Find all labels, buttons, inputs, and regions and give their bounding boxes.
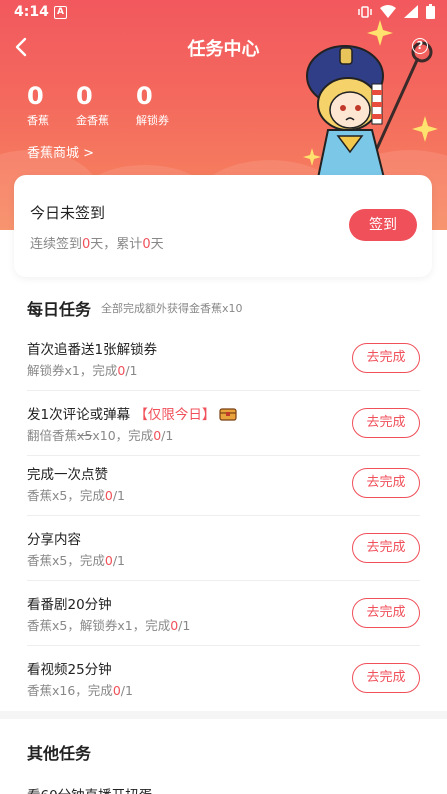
- stat-value: 0: [136, 82, 153, 110]
- battery-icon: [426, 4, 435, 19]
- task-title: 分享内容: [27, 532, 81, 548]
- daily-tasks-heading: 每日任务: [27, 300, 92, 319]
- total-days: 0: [142, 237, 151, 252]
- stat-gold-bananas[interactable]: 0 金香蕉: [76, 82, 109, 128]
- stat-value: 0: [27, 82, 44, 110]
- task-go-button[interactable]: 去完成: [352, 343, 420, 373]
- task-row: 看番剧20分钟 香蕉x5，解锁券x1，完成0/1 去完成: [27, 581, 420, 646]
- task-reward: 香蕉x5，解锁券x1，完成0/1: [27, 618, 191, 633]
- task-row: 看视频25分钟 香蕉x16，完成0/1 去完成: [27, 646, 420, 711]
- stat-label: 解锁券: [136, 114, 169, 127]
- task-reward: 解锁券x1，完成0/1: [27, 363, 138, 378]
- task-go-button[interactable]: 去完成: [352, 598, 420, 628]
- stat-label: 金香蕉: [76, 114, 109, 127]
- section-separator: [0, 711, 447, 719]
- help-icon[interactable]: ?: [412, 38, 428, 54]
- task-title: 完成一次点赞: [27, 467, 108, 483]
- stat-bananas[interactable]: 0 香蕉: [27, 82, 49, 128]
- stat-label: 香蕉: [27, 114, 49, 127]
- task-row: 完成一次点赞 香蕉x5，完成0/1 去完成: [27, 451, 420, 516]
- checkin-summary: 连续签到0天，累计0天: [30, 237, 164, 252]
- stat-value: 0: [76, 82, 93, 110]
- task-go-button[interactable]: 去完成: [352, 663, 420, 693]
- wifi-icon: [380, 5, 396, 18]
- task-go-button[interactable]: 去完成: [352, 408, 420, 438]
- checkin-card: 今日未签到 连续签到0天，累计0天 签到: [14, 175, 432, 277]
- task-reward: 香蕉x16，完成0/1: [27, 683, 133, 698]
- task-go-button[interactable]: 去完成: [352, 468, 420, 498]
- status-time: 4:14: [14, 4, 49, 20]
- task-row: 发1次评论或弹幕 【仅限今日】 翻倍香蕉x5x10，完成0/1 去完成: [27, 391, 420, 456]
- treasure-chest-icon: [219, 408, 237, 421]
- task-row: 首次追番送1张解锁券 解锁券x1，完成0/1 去完成: [27, 326, 420, 391]
- task-title: 看60分钟直播开扭蛋: [27, 784, 152, 794]
- task-row: 看60分钟直播开扭蛋: [27, 773, 420, 794]
- task-title: 看视频25分钟: [27, 662, 112, 678]
- task-reward: 香蕉x5，完成0/1: [27, 553, 125, 568]
- banana-mall-link[interactable]: 香蕉商城 >: [27, 142, 94, 161]
- task-go-button[interactable]: 去完成: [352, 533, 420, 563]
- signal-icon: [404, 5, 418, 18]
- status-icons: [358, 4, 435, 19]
- stat-unlock-tickets[interactable]: 0 解锁券: [136, 82, 169, 128]
- vibrate-icon: [358, 5, 372, 18]
- task-reward: 翻倍香蕉x5x10，完成0/1: [27, 428, 174, 443]
- notification-icon: A: [54, 6, 67, 19]
- other-tasks-heading: 其他任务: [27, 744, 92, 763]
- task-title: 首次追番送1张解锁券: [27, 342, 158, 358]
- checkin-button[interactable]: 签到: [349, 209, 417, 241]
- task-title: 看番剧20分钟: [27, 597, 112, 613]
- daily-bonus-note: 全部完成额外获得金香蕉x10: [101, 302, 243, 315]
- today-only-tag: 【仅限今日】: [134, 407, 216, 423]
- checkin-status: 今日未签到: [30, 204, 106, 222]
- task-reward: 香蕉x5，完成0/1: [27, 488, 125, 503]
- task-title: 发1次评论或弹幕 【仅限今日】: [27, 403, 237, 423]
- task-row: 分享内容 香蕉x5，完成0/1 去完成: [27, 516, 420, 581]
